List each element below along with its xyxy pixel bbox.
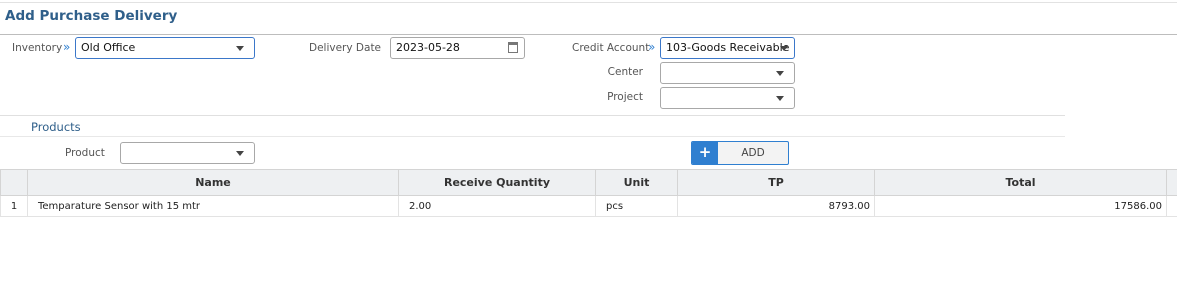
product-select[interactable] (120, 142, 255, 164)
column-header-unit[interactable]: Unit (595, 169, 678, 196)
cell-unit[interactable]: pcs (595, 195, 678, 217)
section-divider (0, 136, 1065, 137)
delivery-date-input[interactable]: 2023-05-28 (390, 37, 525, 59)
center-select[interactable] (660, 62, 795, 84)
credit-account-value: 103-Goods Receivable (666, 41, 790, 54)
center-label: Center (607, 66, 643, 78)
add-product-button[interactable]: + ADD (691, 141, 789, 165)
column-header-total[interactable]: Total (874, 169, 1167, 196)
plus-icon: + (692, 142, 718, 164)
title-divider (0, 34, 1177, 35)
column-header-receive-quantity[interactable]: Receive Quantity (398, 169, 596, 196)
chevron-down-icon (780, 46, 788, 51)
double-chevron-icon: » (63, 40, 71, 54)
calendar-icon[interactable] (508, 42, 518, 53)
products-table: Name Receive Quantity Unit TP Total 1 Te… (0, 169, 1177, 217)
credit-account-select[interactable]: 103-Goods Receivable (660, 37, 795, 59)
column-header-index (0, 169, 28, 196)
top-divider (0, 2, 1177, 3)
cell-total: 17586.00 (874, 195, 1167, 217)
credit-account-label: Credit Account (572, 42, 650, 54)
double-chevron-icon: » (648, 40, 656, 54)
delivery-date-value: 2023-05-28 (396, 41, 460, 54)
cell-tp[interactable]: 8793.00 (677, 195, 875, 217)
cell-name[interactable]: Temparature Sensor with 15 mtr (27, 195, 399, 217)
inventory-value: Old Office (81, 41, 136, 54)
row-number: 1 (0, 195, 28, 217)
column-header-tp[interactable]: TP (677, 169, 875, 196)
section-divider (0, 115, 1065, 116)
column-header-name[interactable]: Name (27, 169, 399, 196)
inventory-label: Inventory (12, 42, 63, 54)
page-title: Add Purchase Delivery (5, 8, 178, 24)
chevron-down-icon (776, 71, 784, 76)
table-row[interactable]: 1 Temparature Sensor with 15 mtr 2.00 pc… (0, 195, 1177, 217)
project-select[interactable] (660, 87, 795, 109)
project-label: Project (607, 91, 643, 103)
chevron-down-icon (236, 46, 244, 51)
table-header-row: Name Receive Quantity Unit TP Total (0, 169, 1177, 196)
add-button-label: ADD (741, 147, 765, 159)
cell-receive-quantity[interactable]: 2.00 (398, 195, 596, 217)
inventory-select[interactable]: Old Office (75, 37, 255, 59)
product-label: Product (65, 147, 105, 159)
column-header-extra (1166, 169, 1177, 196)
chevron-down-icon (776, 96, 784, 101)
products-section-title: Products (31, 120, 81, 134)
delivery-date-label: Delivery Date (309, 42, 382, 54)
cell-extra (1166, 195, 1177, 217)
chevron-down-icon (236, 151, 244, 156)
